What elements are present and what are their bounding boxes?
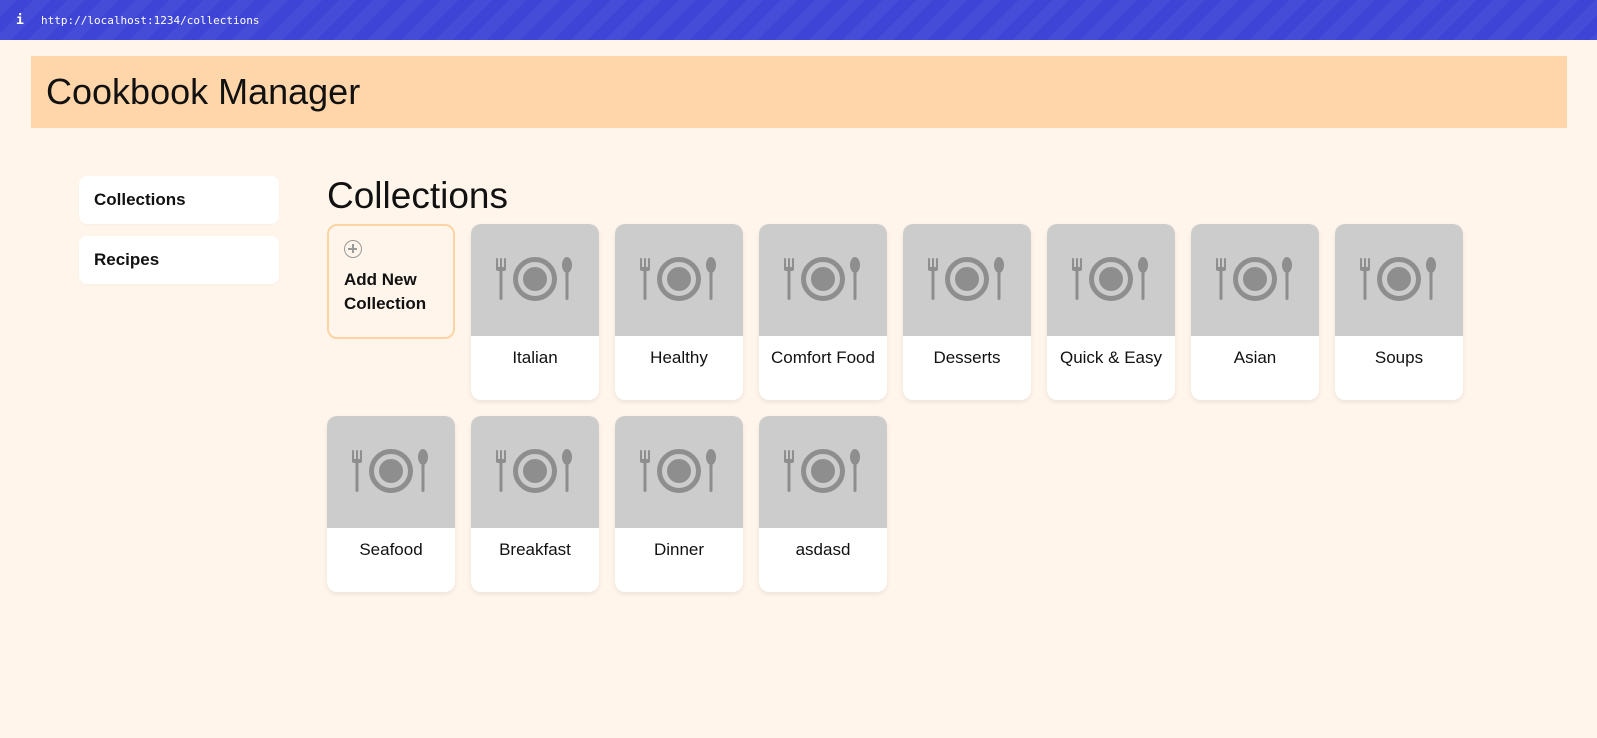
- collection-card[interactable]: Comfort Food: [759, 224, 887, 400]
- collections-grid: Add New Collection Italian Healthy Comfo…: [327, 224, 1463, 592]
- fork-plate-spoon-icon: [928, 257, 1004, 301]
- browser-url-bar: i http://localhost:1234/collections: [0, 0, 1597, 40]
- fork-plate-spoon-icon: [1216, 257, 1292, 301]
- collection-image-placeholder: [1335, 224, 1463, 336]
- collection-name: Breakfast: [499, 540, 571, 559]
- sidebar-item-recipes[interactable]: Recipes: [79, 236, 279, 284]
- collection-name: Soups: [1374, 348, 1424, 367]
- collection-name: Seafood: [359, 540, 423, 559]
- fork-plate-spoon-icon: [640, 257, 716, 301]
- collection-image-placeholder: [327, 416, 455, 528]
- collection-card[interactable]: Quick & Easy: [1047, 224, 1175, 400]
- sidebar: Collections Recipes: [79, 176, 279, 296]
- page-title: Collections: [327, 175, 508, 216]
- sidebar-item-collections[interactable]: Collections: [79, 176, 279, 224]
- collection-name: asdasd: [795, 540, 851, 559]
- collection-card[interactable]: Soups: [1335, 224, 1463, 400]
- collection-image-placeholder: [615, 224, 743, 336]
- collection-card[interactable]: asdasd: [759, 416, 887, 592]
- plus-circle-icon: [344, 240, 362, 258]
- collection-card[interactable]: Italian: [471, 224, 599, 400]
- collection-card[interactable]: Seafood: [327, 416, 455, 592]
- fork-plate-spoon-icon: [784, 257, 860, 301]
- collection-card[interactable]: Breakfast: [471, 416, 599, 592]
- add-collection-label: Add New Collection: [344, 270, 427, 313]
- collection-image-placeholder: [471, 224, 599, 336]
- collection-card[interactable]: Asian: [1191, 224, 1319, 400]
- collection-image-placeholder: [1191, 224, 1319, 336]
- app-title: Cookbook Manager: [46, 71, 361, 112]
- collection-card[interactable]: Healthy: [615, 224, 743, 400]
- collection-image-placeholder: [903, 224, 1031, 336]
- fork-plate-spoon-icon: [1360, 257, 1436, 301]
- fork-plate-spoon-icon: [496, 257, 572, 301]
- fork-plate-spoon-icon: [640, 449, 716, 493]
- collection-image-placeholder: [1047, 224, 1175, 336]
- collection-name: Comfort Food: [771, 348, 875, 367]
- fork-plate-spoon-icon: [1072, 257, 1148, 301]
- add-collection-button[interactable]: Add New Collection: [327, 224, 455, 339]
- collection-name: Desserts: [933, 348, 1001, 367]
- collection-name: Italian: [512, 348, 558, 367]
- fork-plate-spoon-icon: [784, 449, 860, 493]
- collection-image-placeholder: [471, 416, 599, 528]
- main-content: Collections Add New Collection Italian H…: [327, 174, 1463, 592]
- collection-name: Healthy: [650, 348, 708, 367]
- collection-name: Dinner: [653, 540, 705, 559]
- fork-plate-spoon-icon: [352, 449, 428, 493]
- collection-name: Quick & Easy: [1059, 348, 1163, 367]
- app-header: Cookbook Manager: [31, 56, 1567, 128]
- collection-image-placeholder: [759, 224, 887, 336]
- collection-name: Asian: [1233, 348, 1277, 367]
- collection-image-placeholder: [615, 416, 743, 528]
- collection-card[interactable]: Desserts: [903, 224, 1031, 400]
- url-text[interactable]: http://localhost:1234/collections: [41, 14, 260, 27]
- collection-card[interactable]: Dinner: [615, 416, 743, 592]
- fork-plate-spoon-icon: [496, 449, 572, 493]
- info-icon[interactable]: i: [16, 13, 28, 28]
- collection-image-placeholder: [759, 416, 887, 528]
